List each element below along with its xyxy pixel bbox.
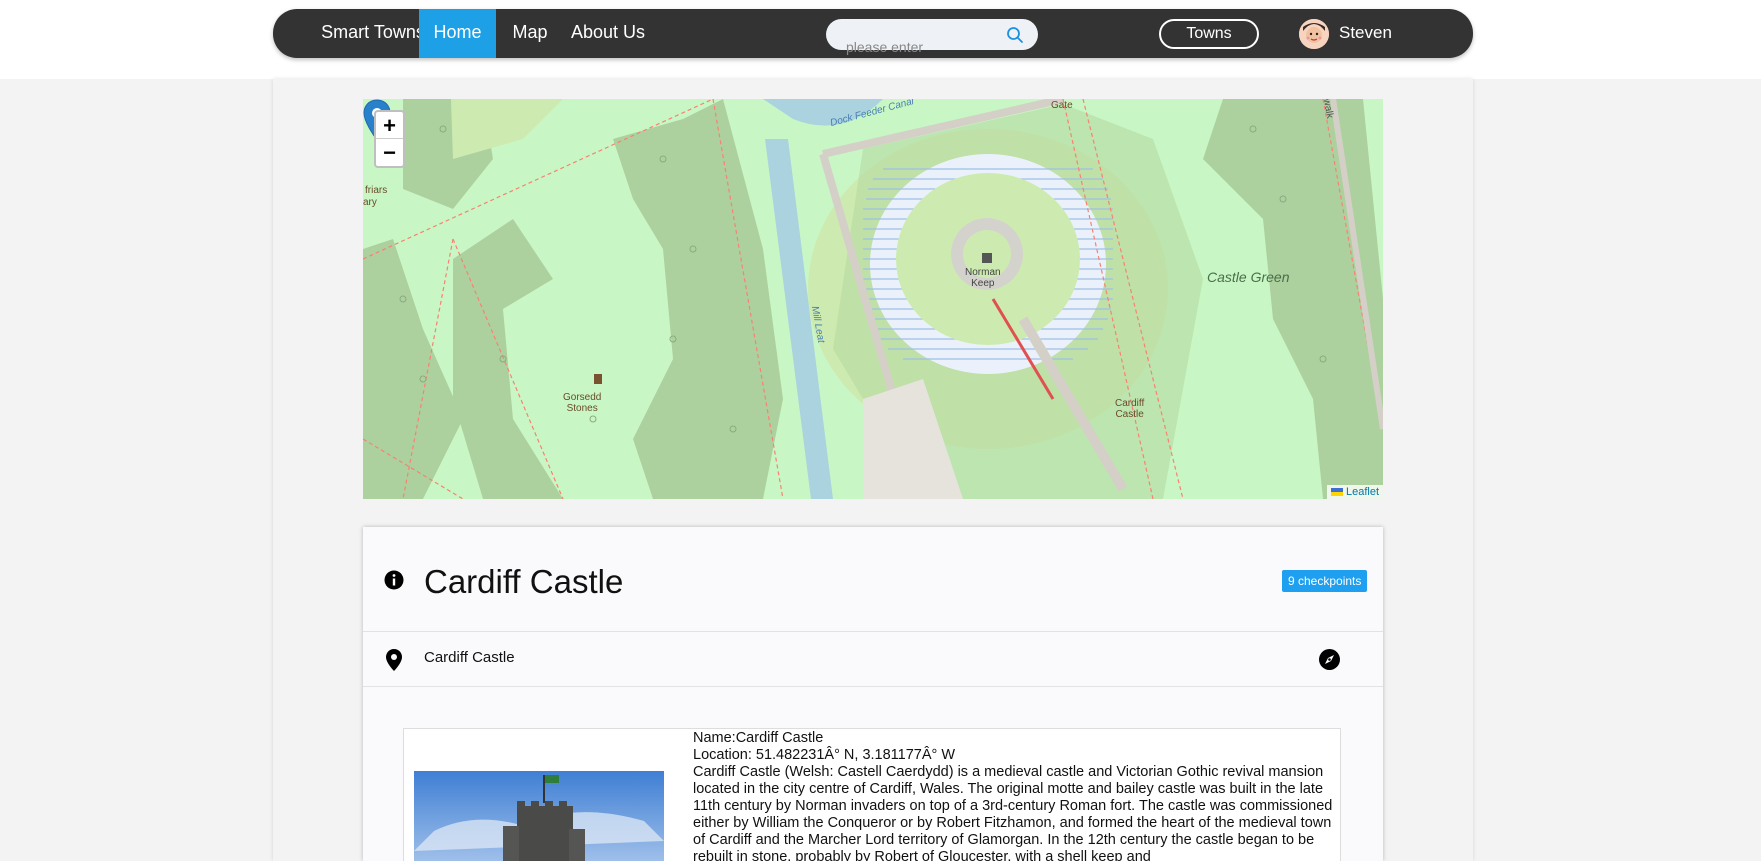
card-location-row: Cardiff Castle <box>363 632 1383 687</box>
map-label-norman-keep: Norman Keep <box>965 267 1001 289</box>
map-label-castle-green: Castle Green <box>1207 269 1290 285</box>
castle-photo-image <box>414 771 664 861</box>
map-attribution[interactable]: Leaflet <box>1326 485 1383 499</box>
nav-item-map[interactable]: Map <box>506 9 554 58</box>
towns-button[interactable]: Towns <box>1159 19 1259 49</box>
detail-box: Name:Cardiff Castle Location: 51.482231Â… <box>403 728 1341 861</box>
navbar: Smart Towns Home Map About Us Towns <box>273 9 1473 58</box>
map-label-cardiff-castle: Cardiff Castle <box>1115 398 1145 420</box>
nav-item-home[interactable]: Home <box>419 9 496 58</box>
card-header: Cardiff Castle 9 checkpoints <box>363 527 1383 632</box>
map-label-friars: friars <box>365 185 388 196</box>
top-bar: Smart Towns Home Map About Us Towns <box>0 0 1761 79</box>
zoom-control: + − <box>374 110 405 168</box>
detail-name: Name:Cardiff Castle <box>693 730 824 746</box>
search-input[interactable] <box>846 39 996 55</box>
location-text: Cardiff Castle <box>424 649 515 666</box>
attraction-card: Cardiff Castle 9 checkpoints Cardiff Cas… <box>363 527 1383 861</box>
castle-photo <box>414 771 664 861</box>
compass-icon[interactable] <box>1319 649 1340 670</box>
ukraine-flag-icon <box>1330 488 1343 497</box>
map-tiles <box>363 99 1383 499</box>
map-label-friars-2: ary <box>363 197 377 208</box>
info-icon <box>384 570 404 590</box>
checkpoints-badge: 9 checkpoints <box>1282 570 1368 592</box>
user-name[interactable]: Steven <box>1339 9 1392 58</box>
search-box <box>826 19 1038 55</box>
map-view[interactable]: Gate Dock Feeder Canal Mill Leat friars … <box>363 99 1383 499</box>
detail-description: Cardiff Castle (Welsh: Castell Caerdydd)… <box>693 764 1333 861</box>
search-icon[interactable] <box>1006 26 1024 44</box>
location-pin-icon <box>386 649 402 671</box>
nav-item-about-us[interactable]: About Us <box>563 9 653 58</box>
map-label-gorsedd-stones: Gorsedd Stones <box>563 392 602 414</box>
card-title: Cardiff Castle <box>424 563 624 600</box>
map-label-gate: Gate <box>1051 100 1073 111</box>
user-avatar-icon <box>1299 19 1329 49</box>
detail-text: Name:Cardiff Castle Location: 51.482231Â… <box>693 730 1340 861</box>
zoom-out-button[interactable]: − <box>376 139 403 166</box>
detail-location: Location: 51.482231Â° N, 3.181177Â° W <box>693 747 956 763</box>
zoom-in-button[interactable]: + <box>376 112 403 139</box>
avatar[interactable] <box>1299 19 1329 49</box>
